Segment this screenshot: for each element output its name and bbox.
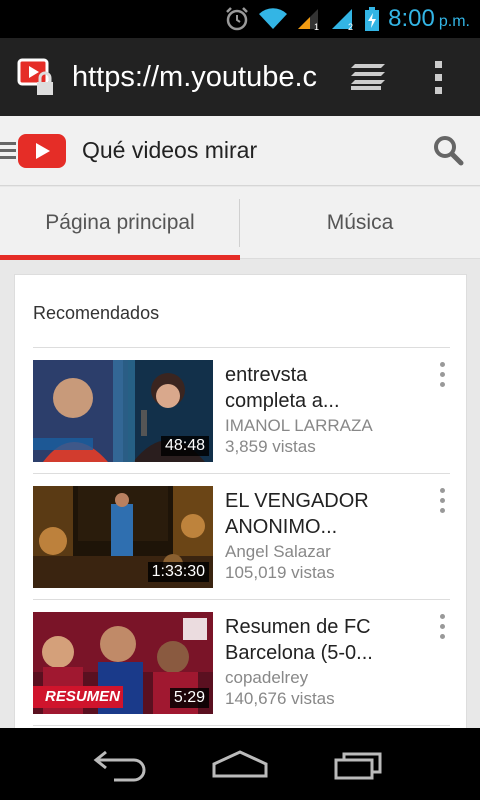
signal-sim1-icon: 1 [296,6,322,32]
video-duration: 5:29 [169,688,209,708]
video-title[interactable]: entrevsta completa a... [225,362,415,414]
clock-time: 8:00 [388,5,435,32]
battery-charging-icon [364,6,380,32]
clock-ampm: p.m. [438,13,470,30]
tab-music[interactable]: Música [240,187,480,259]
url-field[interactable]: https://m.youtube.co [72,61,318,94]
play-icon [36,142,50,159]
recents-button[interactable] [330,746,390,782]
video-channel[interactable]: IMANOL LARRAZA [225,416,373,436]
system-nav-bar [0,728,480,800]
alarm-icon [224,6,250,32]
site-info-button[interactable] [0,56,72,98]
search-button[interactable] [432,134,464,171]
page-title: Qué videos mirar [82,137,258,163]
wifi-icon [258,6,288,32]
video-views: 105,019 vistas [225,563,335,582]
section-title: Recomendados [33,303,160,323]
signal-sim2-icon: 2 [330,6,356,32]
divider [33,725,450,726]
video-title[interactable]: EL VENGADOR ANONIMO... [225,488,415,540]
video-channel[interactable]: copadelrey [225,668,308,688]
video-channel[interactable]: Angel Salazar [225,542,331,562]
video-thumbnail[interactable]: 1:33:30 [33,486,213,588]
status-bar: 1 2 8:00 p.m. [0,0,480,38]
svg-text:1: 1 [314,22,319,31]
video-title-line: EL VENGADOR [225,490,369,512]
search-icon [434,136,464,166]
recents-icon [334,752,382,780]
tabs-icon [351,64,385,90]
clock: 8:00 p.m. [388,5,470,33]
youtube-header: Qué videos mirar [0,116,480,186]
video-menu-button[interactable] [436,488,448,513]
back-icon [93,750,146,782]
tab-home[interactable]: Página principal [0,187,240,260]
tabs-button[interactable] [348,62,388,92]
back-button[interactable] [90,746,150,782]
overflow-menu-dot [434,73,442,81]
browser-toolbar: https://m.youtube.co [0,38,480,116]
overflow-menu-dot [434,86,442,94]
video-title-line: completa a... [225,390,340,412]
youtube-logo[interactable] [18,133,66,168]
screen: 1 2 8:00 p.m. https://m.youtube.co Qué v… [0,0,480,800]
video-title[interactable]: Resumen de FC Barcelona (5-0... [225,614,415,666]
home-icon [212,750,268,778]
video-title-line: entrevsta [225,364,308,386]
thumbnail-overlay-text: RESUMEN [45,688,121,705]
video-menu-button[interactable] [436,362,448,387]
site-lock-icon [17,58,53,95]
more-vert-icon [439,614,445,619]
video-duration: 1:33:30 [147,562,209,582]
video-views: 140,676 vistas [225,689,335,708]
svg-text:2: 2 [348,22,353,31]
video-thumbnail[interactable]: 48:48 [33,360,213,462]
guide-menu-icon[interactable] [0,142,16,159]
overflow-menu-icon [434,60,442,68]
recommended-card: Recomendados 48:48 entrevsta completa a.… [14,274,467,744]
more-vert-icon [439,362,445,367]
video-duration: 48:48 [160,436,209,456]
home-button[interactable] [210,746,270,782]
more-vert-icon [439,488,445,493]
video-menu-button[interactable] [436,614,448,639]
video-title-line: ANONIMO... [225,516,338,538]
video-thumbnail[interactable]: RESUMEN 5:29 [33,612,213,714]
video-views: 3,859 vistas [225,437,316,456]
video-item[interactable]: 48:48 entrevsta completa a... IMANOL LAR… [33,348,450,474]
video-title-line: Resumen de FC [225,616,371,638]
video-item[interactable]: RESUMEN 5:29 Resumen de FC Barcelona (5-… [33,600,450,726]
overflow-menu-button[interactable] [428,60,448,94]
video-title-line: Barcelona (5-0... [225,642,373,664]
video-item[interactable]: 1:33:30 EL VENGADOR ANONIMO... Angel Sal… [33,474,450,600]
section-tabs: Página principal Música [0,187,480,260]
